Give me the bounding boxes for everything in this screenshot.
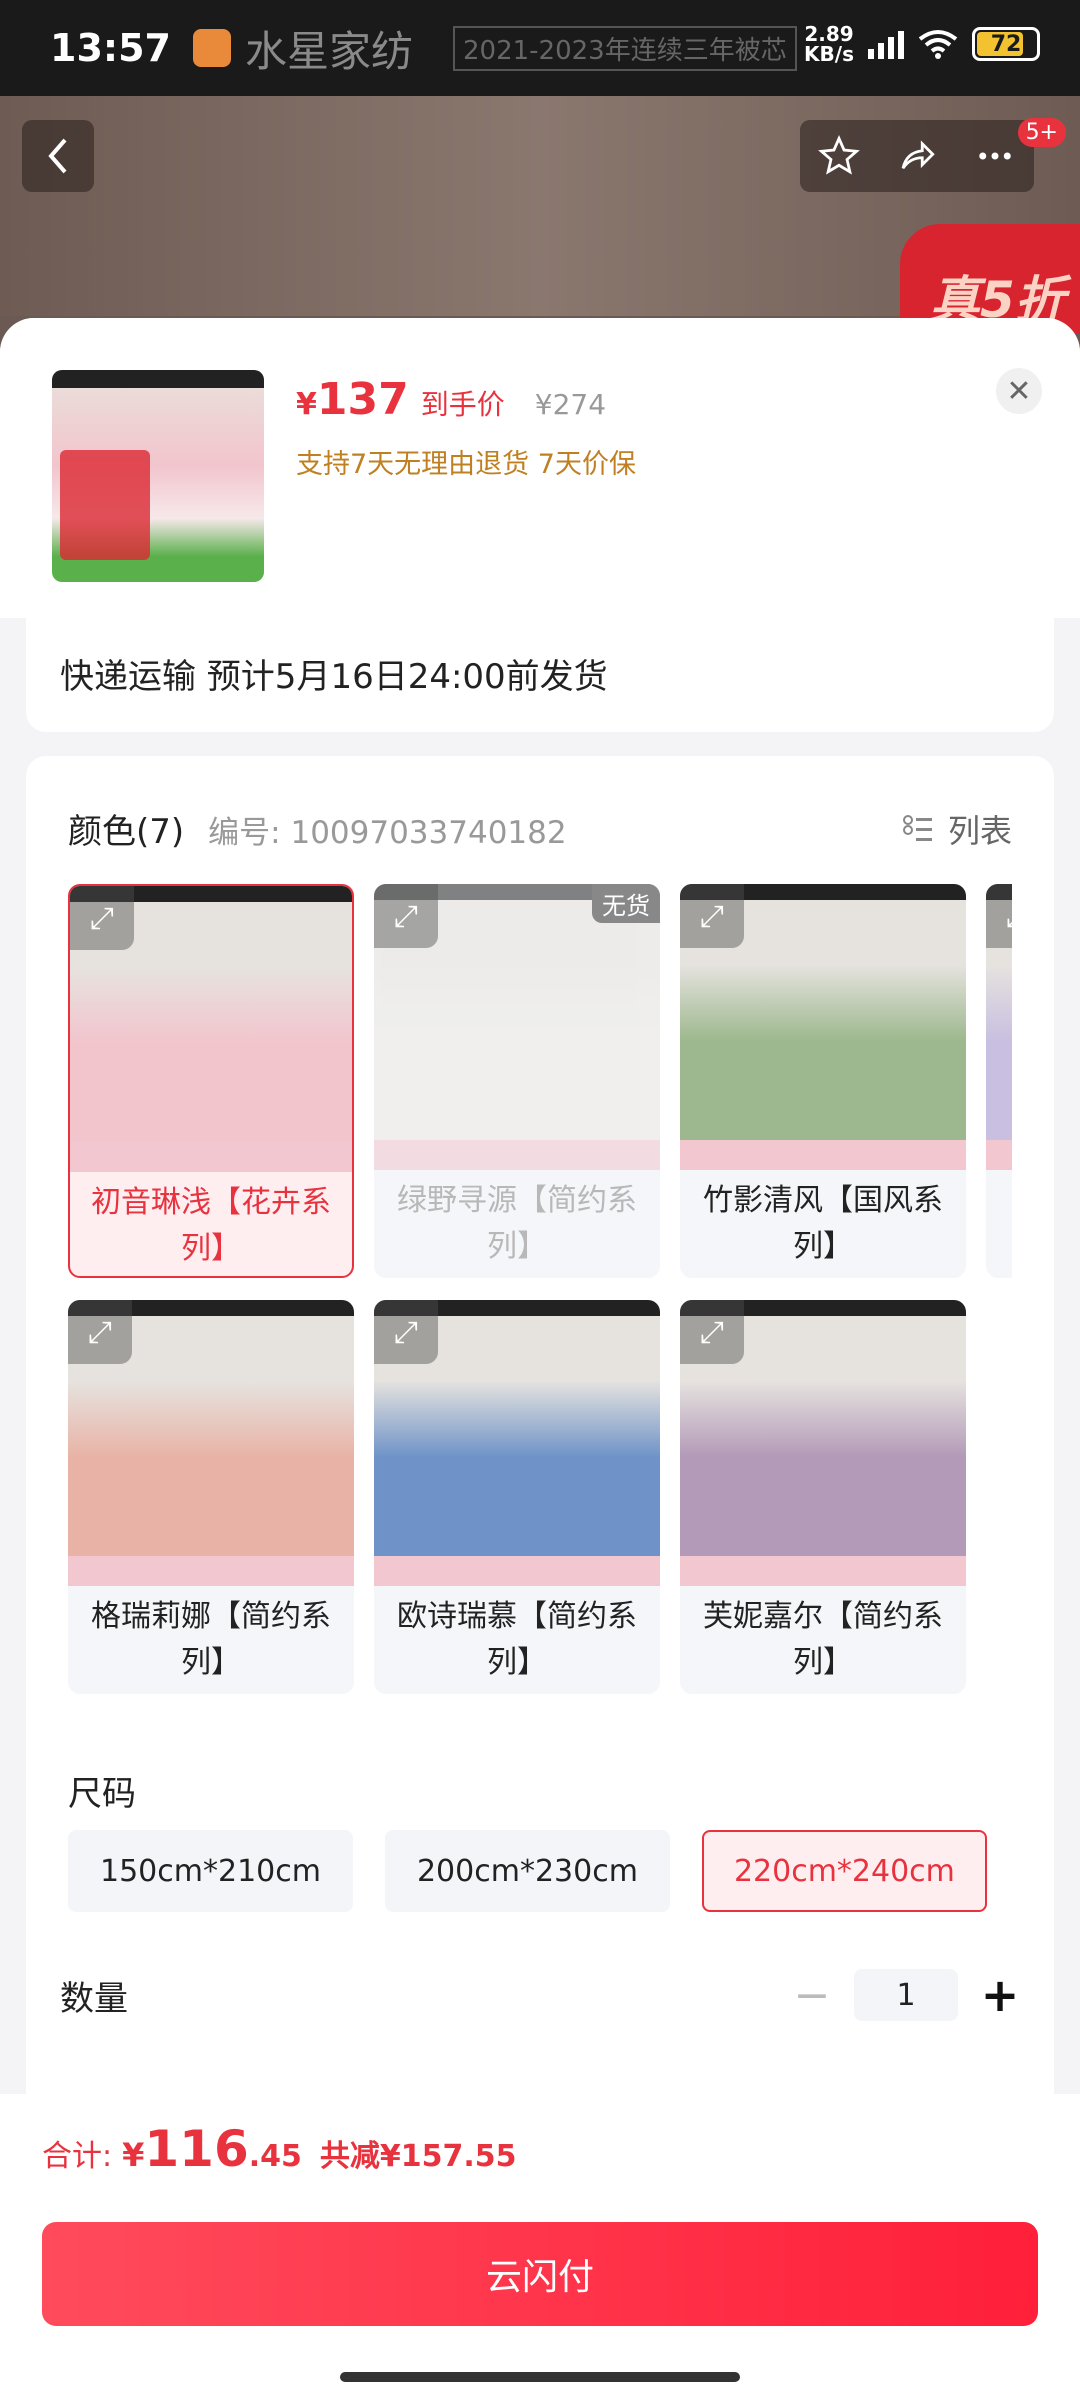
status-bar: 13:57 水星家纺 2021-2023年连续三年被芯 2.89 KB/s 72 xyxy=(0,0,1080,96)
total-label: 合计: xyxy=(42,2139,113,2174)
color-header: 颜色(7) 编号: 10097033740182 xyxy=(68,804,1018,853)
price-label: 到手价 xyxy=(420,388,505,421)
expand-icon[interactable]: ⤢ xyxy=(70,886,134,950)
expand-icon[interactable]: ⤢ xyxy=(68,1300,132,1364)
close-button[interactable]: ✕ xyxy=(996,368,1042,414)
speed-unit: KB/s xyxy=(804,42,854,66)
brand-logo-icon xyxy=(192,29,231,67)
status-time: 13:57 xyxy=(50,26,171,70)
signal-icon xyxy=(868,29,904,59)
color-option[interactable]: ⤢ 绿野寻源【简约系列】 无货 xyxy=(374,884,660,1278)
color-option-label: 格瑞莉娜【简约系列】 xyxy=(91,1599,331,1680)
list-icon xyxy=(902,815,932,841)
expand-icon[interactable]: ⤢ xyxy=(680,884,744,948)
color-option-label: 芙妮嘉尔【简约系列】 xyxy=(703,1599,943,1680)
total-decimal: .45 xyxy=(248,2139,302,2174)
home-indicator[interactable] xyxy=(340,2372,740,2382)
checkout-footer: 合计: ¥ 116 .45 共减¥157.55 云闪付 xyxy=(0,2094,1080,2400)
quantity-label: 数量 xyxy=(60,1978,128,2019)
color-option[interactable]: ⤢ 格瑞莉娜【简约系列】 xyxy=(68,1300,354,1694)
expand-icon[interactable]: ⤢ xyxy=(986,884,1012,948)
expand-icon[interactable]: ⤢ xyxy=(680,1300,744,1364)
back-button[interactable] xyxy=(22,120,94,192)
savings-amount: 共减¥157.55 xyxy=(319,2139,517,2174)
product-code: 编号: 10097033740182 xyxy=(208,815,567,851)
final-price: ¥137 xyxy=(296,374,409,425)
color-option[interactable]: ⤢ 初音琳浅【花卉系列】 xyxy=(68,884,354,1278)
decrease-button[interactable]: − xyxy=(792,1970,832,2021)
expand-icon[interactable]: ⤢ xyxy=(374,1300,438,1364)
speed-value: 2.89 xyxy=(804,22,854,46)
color-option[interactable]: ⤢星 xyxy=(986,884,1012,1278)
out-of-stock-badge: 无货 xyxy=(592,884,660,923)
color-option-label: 竹影清风【国风系列】 xyxy=(703,1183,943,1264)
price-value: 137 xyxy=(316,374,409,425)
status-banner: 2021-2023年连续三年被芯 xyxy=(452,25,797,71)
network-speed: 2.89 KB/s xyxy=(804,24,854,64)
more-icon[interactable] xyxy=(974,135,1016,177)
page-actions xyxy=(800,120,1034,192)
color-option-label: 星 xyxy=(986,1174,1012,1278)
currency-symbol: ¥ xyxy=(296,387,317,422)
brand-name: 水星家纺 xyxy=(244,26,413,76)
service-guarantee: 支持7天无理由退货 7天价保 xyxy=(296,449,636,480)
notification-badge: 5+ xyxy=(1017,118,1066,147)
shipping-info: 快递运输 预计5月16日24:00前发货 xyxy=(26,614,1054,732)
close-icon: ✕ xyxy=(1006,373,1032,409)
color-option-label: 欧诗瑞慕【简约系列】 xyxy=(397,1599,637,1680)
color-option[interactable]: ⤢ 竹影清风【国风系列】 xyxy=(680,884,966,1278)
battery-level: 72 xyxy=(990,31,1022,57)
quantity-stepper: − 1 + xyxy=(792,1968,1020,2022)
sheet-header: ¥137 到手价 ¥274 支持7天无理由退货 7天价保 ✕ xyxy=(0,318,1080,618)
size-options: 150cm*210cm 200cm*230cm 220cm*240cm xyxy=(68,1830,987,1912)
list-view-button[interactable]: 列表 xyxy=(902,806,1012,852)
quantity-row: 数量 − 1 + xyxy=(60,1968,1020,2022)
increase-button[interactable]: + xyxy=(980,1968,1020,2022)
chevron-left-icon xyxy=(48,138,67,174)
total-row: 合计: ¥ 116 .45 共减¥157.55 xyxy=(42,2120,517,2178)
size-option[interactable]: 220cm*240cm xyxy=(701,1830,987,1912)
size-title: 尺码 xyxy=(68,1774,136,1814)
total-currency: ¥ xyxy=(122,2136,145,2174)
pay-button[interactable]: 云闪付 xyxy=(42,2222,1038,2326)
sku-sheet: ¥137 到手价 ¥274 支持7天无理由退货 7天价保 ✕ 快递运输 预计5月… xyxy=(0,318,1080,2400)
total-integer: 116 xyxy=(144,2120,249,2178)
wifi-icon xyxy=(918,30,958,59)
size-option[interactable]: 150cm*210cm xyxy=(68,1830,353,1912)
price-row: ¥137 到手价 ¥274 xyxy=(296,374,606,425)
quantity-input[interactable]: 1 xyxy=(854,1969,958,2021)
share-icon[interactable] xyxy=(896,135,938,177)
color-option-label: 绿野寻源【简约系列】 xyxy=(397,1183,637,1264)
color-title: 颜色(7) xyxy=(68,812,185,852)
color-option[interactable]: ⤢ 芙妮嘉尔【简约系列】 xyxy=(680,1300,966,1694)
star-icon[interactable] xyxy=(818,135,860,177)
size-option[interactable]: 200cm*230cm xyxy=(384,1830,670,1912)
color-option[interactable]: ⤢ 欧诗瑞慕【简约系列】 xyxy=(374,1300,660,1694)
original-price: ¥274 xyxy=(534,388,607,421)
list-label: 列表 xyxy=(947,812,1012,850)
background-page: 5+ 真5折 xyxy=(0,96,1080,334)
color-options: ⤢初音琳浅【花卉系列】⤢绿野寻源【简约系列】无货⤢竹影清风【国风系列】⤢星⤢格瑞… xyxy=(68,884,1012,1714)
notification-brand: 水星家纺 xyxy=(192,18,413,79)
expand-icon[interactable]: ⤢ xyxy=(374,884,438,948)
color-option-label: 初音琳浅【花卉系列】 xyxy=(91,1185,331,1266)
status-indicators: 2.89 KB/s 72 xyxy=(804,24,1040,64)
battery-icon: 72 xyxy=(972,27,1040,61)
product-thumbnail[interactable] xyxy=(52,370,264,582)
